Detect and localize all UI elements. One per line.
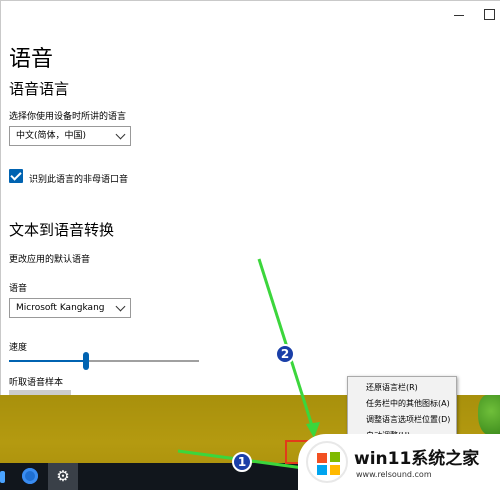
- watermark: win11系统之家 www.relsound.com: [298, 434, 500, 490]
- windows-logo-icon: [317, 452, 340, 475]
- watermark-url: www.relsound.com: [356, 470, 432, 479]
- step-2-badge: 2: [275, 344, 295, 364]
- watermark-title: win11系统之家: [354, 449, 480, 469]
- watermark-logo: [306, 441, 348, 483]
- annotation-arrows: [177, 258, 320, 472]
- step-1-badge: 1: [232, 452, 252, 472]
